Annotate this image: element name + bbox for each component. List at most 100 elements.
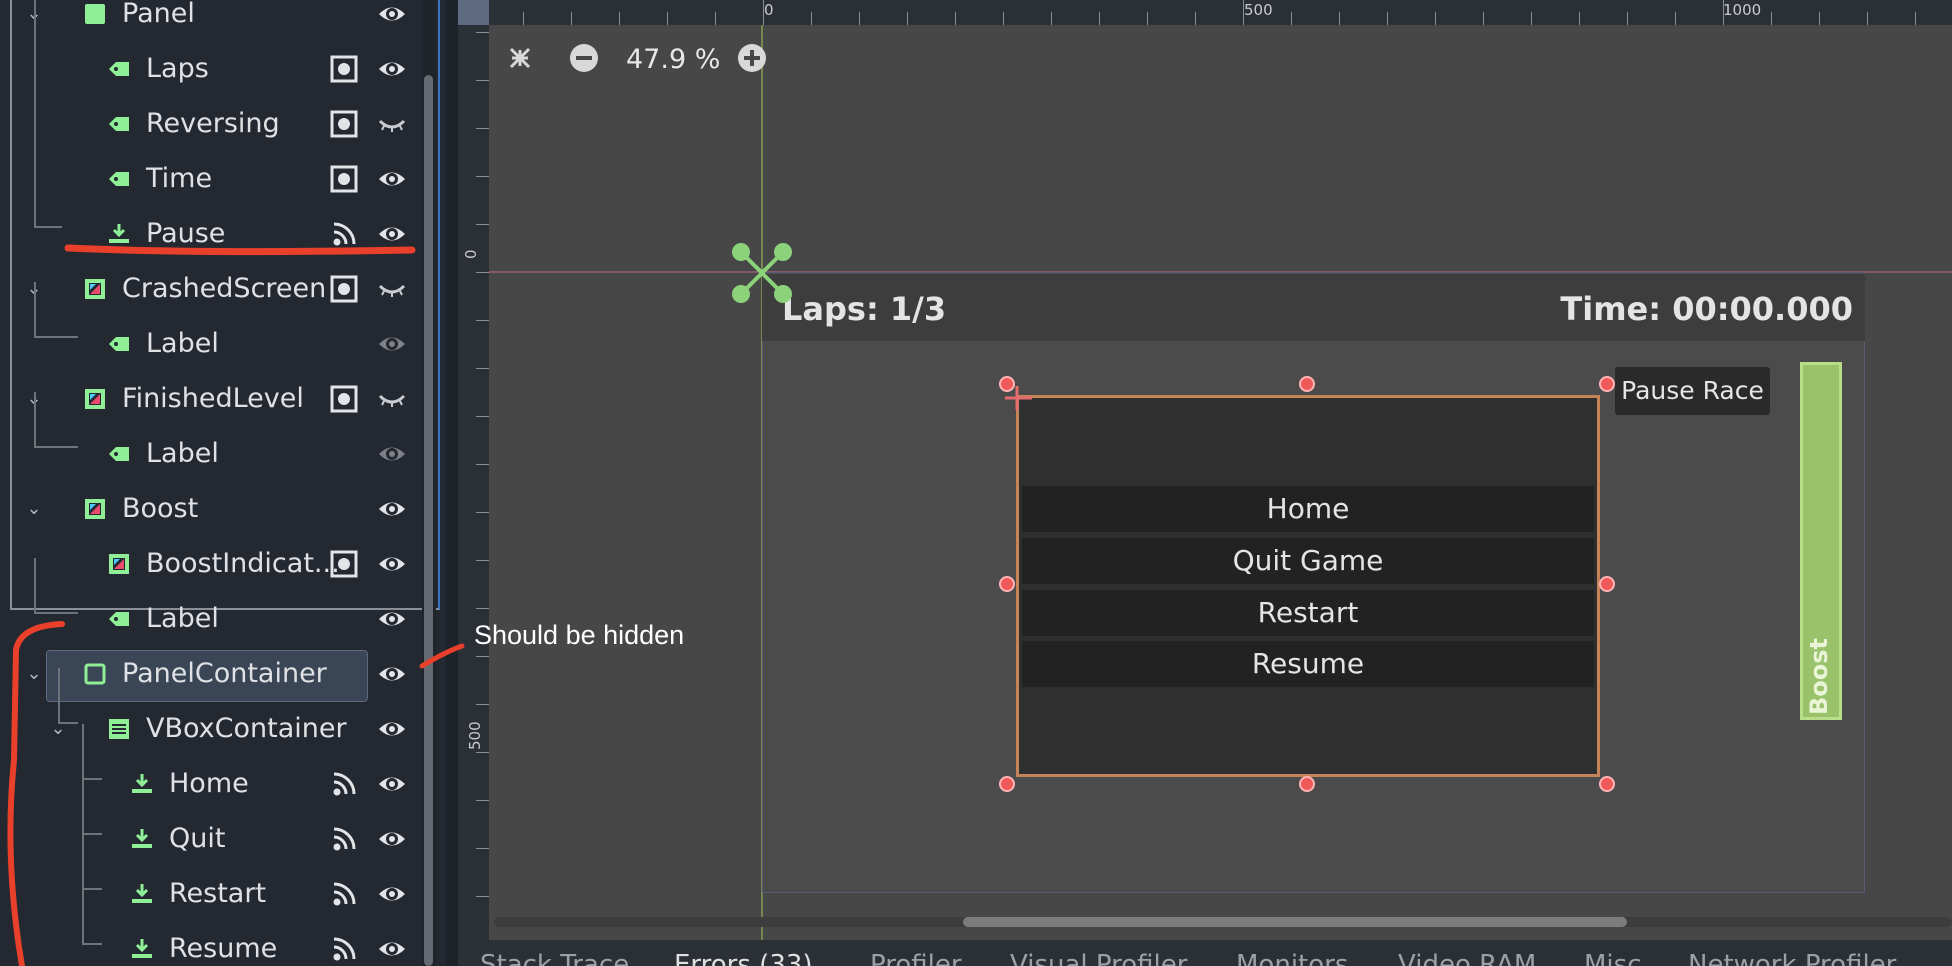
tree-node-quit[interactable]: Quit: [0, 813, 420, 865]
panel-container-preview[interactable]: Home Quit Game Restart Resume: [1016, 395, 1600, 777]
visibility-eye-icon[interactable]: [377, 604, 407, 634]
signal-icon[interactable]: [329, 769, 359, 799]
tree-node-finishedlevel[interactable]: ⌄FinishedLevel: [0, 373, 420, 425]
tree-node-time[interactable]: Time: [0, 153, 420, 205]
time-label[interactable]: Time: 00:00.000: [1560, 290, 1853, 328]
tree-node-label: Label: [146, 328, 219, 359]
visibility-eye-icon[interactable]: [377, 714, 407, 744]
tree-node-label: Boost: [122, 493, 199, 524]
tree-node-label[interactable]: Label: [0, 428, 420, 480]
tree-node-home[interactable]: Home: [0, 758, 420, 810]
ruler-tick: [476, 560, 489, 561]
tab-visual-profiler[interactable]: Visual Profiler: [1010, 950, 1187, 966]
tab-network-profiler[interactable]: Network Profiler: [1688, 950, 1896, 966]
ruler-tick: [1771, 12, 1772, 25]
visibility-eye-icon[interactable]: [377, 659, 407, 689]
ruler-tick: [476, 608, 489, 609]
toggle-icon[interactable]: [329, 164, 359, 194]
tree-node-laps[interactable]: Laps: [0, 43, 420, 95]
tree-node-reversing[interactable]: Reversing: [0, 98, 420, 150]
visibility-eye-icon[interactable]: [377, 934, 407, 964]
signal-icon[interactable]: [329, 219, 359, 249]
tree-node-vboxcontainer[interactable]: ⌄ VBoxContainer: [0, 703, 420, 755]
texture-node-icon: [82, 276, 108, 302]
resize-handle-right[interactable]: [1599, 576, 1615, 592]
tab-profiler[interactable]: Profiler: [870, 950, 962, 966]
zoom-percentage[interactable]: 47.9 %: [626, 44, 720, 75]
tree-node-boostindicat[interactable]: BoostIndicat...: [0, 538, 420, 590]
visibility-eye-icon[interactable]: [377, 879, 407, 909]
toggle-icon[interactable]: [329, 274, 359, 304]
toggle-icon[interactable]: [329, 109, 359, 139]
visibility-hidden-icon[interactable]: [377, 384, 407, 414]
tree-node-boost[interactable]: ⌄ Boost: [0, 483, 420, 535]
signal-icon[interactable]: [329, 934, 359, 964]
ruler-tick: [476, 800, 489, 801]
pause-race-button-preview[interactable]: Pause Race: [1615, 367, 1770, 415]
viewport-hscroll-thumb[interactable]: [963, 917, 1627, 927]
ruler-top-label-1000: 1000: [1723, 1, 1762, 19]
tree-node-label[interactable]: Label: [0, 318, 420, 370]
ruler-tick: [1819, 12, 1820, 25]
tree-node-label: Reversing: [146, 108, 280, 139]
resize-handle-top[interactable]: [1299, 376, 1315, 392]
visibility-eye-icon[interactable]: [377, 164, 407, 194]
visibility-eye-icon[interactable]: [377, 439, 407, 469]
toggle-icon[interactable]: [329, 384, 359, 414]
tree-node-panelcontainer[interactable]: ⌄ PanelContainer: [0, 648, 420, 702]
visibility-eye-icon[interactable]: [377, 769, 407, 799]
visibility-hidden-icon[interactable]: [377, 274, 407, 304]
ruler-tick: [476, 896, 489, 897]
ruler-tick: [1675, 12, 1676, 25]
tree-node-label: PanelContainer: [122, 658, 327, 689]
resize-handle-top-left[interactable]: [999, 376, 1015, 392]
signal-icon[interactable]: [329, 879, 359, 909]
ruler-tick: [1147, 12, 1148, 25]
ruler-tick: [476, 464, 489, 465]
visibility-eye-icon[interactable]: [377, 824, 407, 854]
expand-arrow-icon[interactable]: ⌄: [24, 499, 44, 519]
tree-node-label: Quit: [169, 823, 226, 854]
tree-node-pause[interactable]: Pause: [0, 208, 420, 260]
expand-arrow-icon[interactable]: ⌄: [24, 664, 44, 684]
tree-node-label: BoostIndicat...: [146, 548, 340, 579]
signal-icon[interactable]: [329, 824, 359, 854]
visibility-hidden-icon[interactable]: [377, 109, 407, 139]
laps-label[interactable]: Laps: 1/3: [782, 290, 946, 328]
tab-errors[interactable]: Errors (33): [674, 950, 813, 966]
menu-home-button[interactable]: Home: [1022, 486, 1594, 532]
visibility-eye-icon[interactable]: [377, 219, 407, 249]
resize-handle-left[interactable]: [999, 576, 1015, 592]
menu-resume-button[interactable]: Resume: [1022, 641, 1594, 687]
tree-node-resume[interactable]: Resume: [0, 923, 420, 966]
tab-misc[interactable]: Misc: [1584, 950, 1642, 966]
visibility-eye-icon[interactable]: [377, 329, 407, 359]
button-node-icon: [129, 881, 155, 907]
menu-restart-button[interactable]: Restart: [1022, 590, 1594, 636]
menu-quit-button[interactable]: Quit Game: [1022, 538, 1594, 584]
tree-scrollbar-thumb[interactable]: [424, 75, 433, 966]
ruler-tick: [476, 752, 489, 753]
visibility-eye-icon[interactable]: [377, 494, 407, 524]
ruler-tick: [1915, 12, 1916, 25]
tree-node-label[interactable]: Label: [0, 593, 420, 645]
label-node-icon: [106, 441, 132, 467]
ruler-tick: [1483, 12, 1484, 25]
visibility-eye-icon[interactable]: [377, 54, 407, 84]
resize-handle-bottom[interactable]: [1299, 776, 1315, 792]
toggle-icon[interactable]: [329, 54, 359, 84]
tab-stack-trace[interactable]: Stack Trace: [480, 950, 629, 966]
resize-handle-bottom-right[interactable]: [1599, 776, 1615, 792]
hud-panel[interactable]: Laps: 1/3 Time: 00:00.000: [762, 274, 1865, 341]
resize-handle-top-right[interactable]: [1599, 376, 1615, 392]
tab-monitors[interactable]: Monitors: [1236, 950, 1348, 966]
ruler-tick: [476, 80, 489, 81]
tree-node-crashedscreen[interactable]: ⌄CrashedScreen: [0, 263, 420, 315]
tree-node-restart[interactable]: Restart: [0, 868, 420, 920]
visibility-eye-icon[interactable]: [377, 0, 407, 29]
visibility-eye-icon[interactable]: [377, 549, 407, 579]
tab-video-ram[interactable]: Video RAM: [1398, 950, 1536, 966]
resize-handle-bottom-left[interactable]: [999, 776, 1015, 792]
toggle-icon[interactable]: [329, 549, 359, 579]
tree-node-panel[interactable]: ⌄Panel: [0, 0, 420, 40]
